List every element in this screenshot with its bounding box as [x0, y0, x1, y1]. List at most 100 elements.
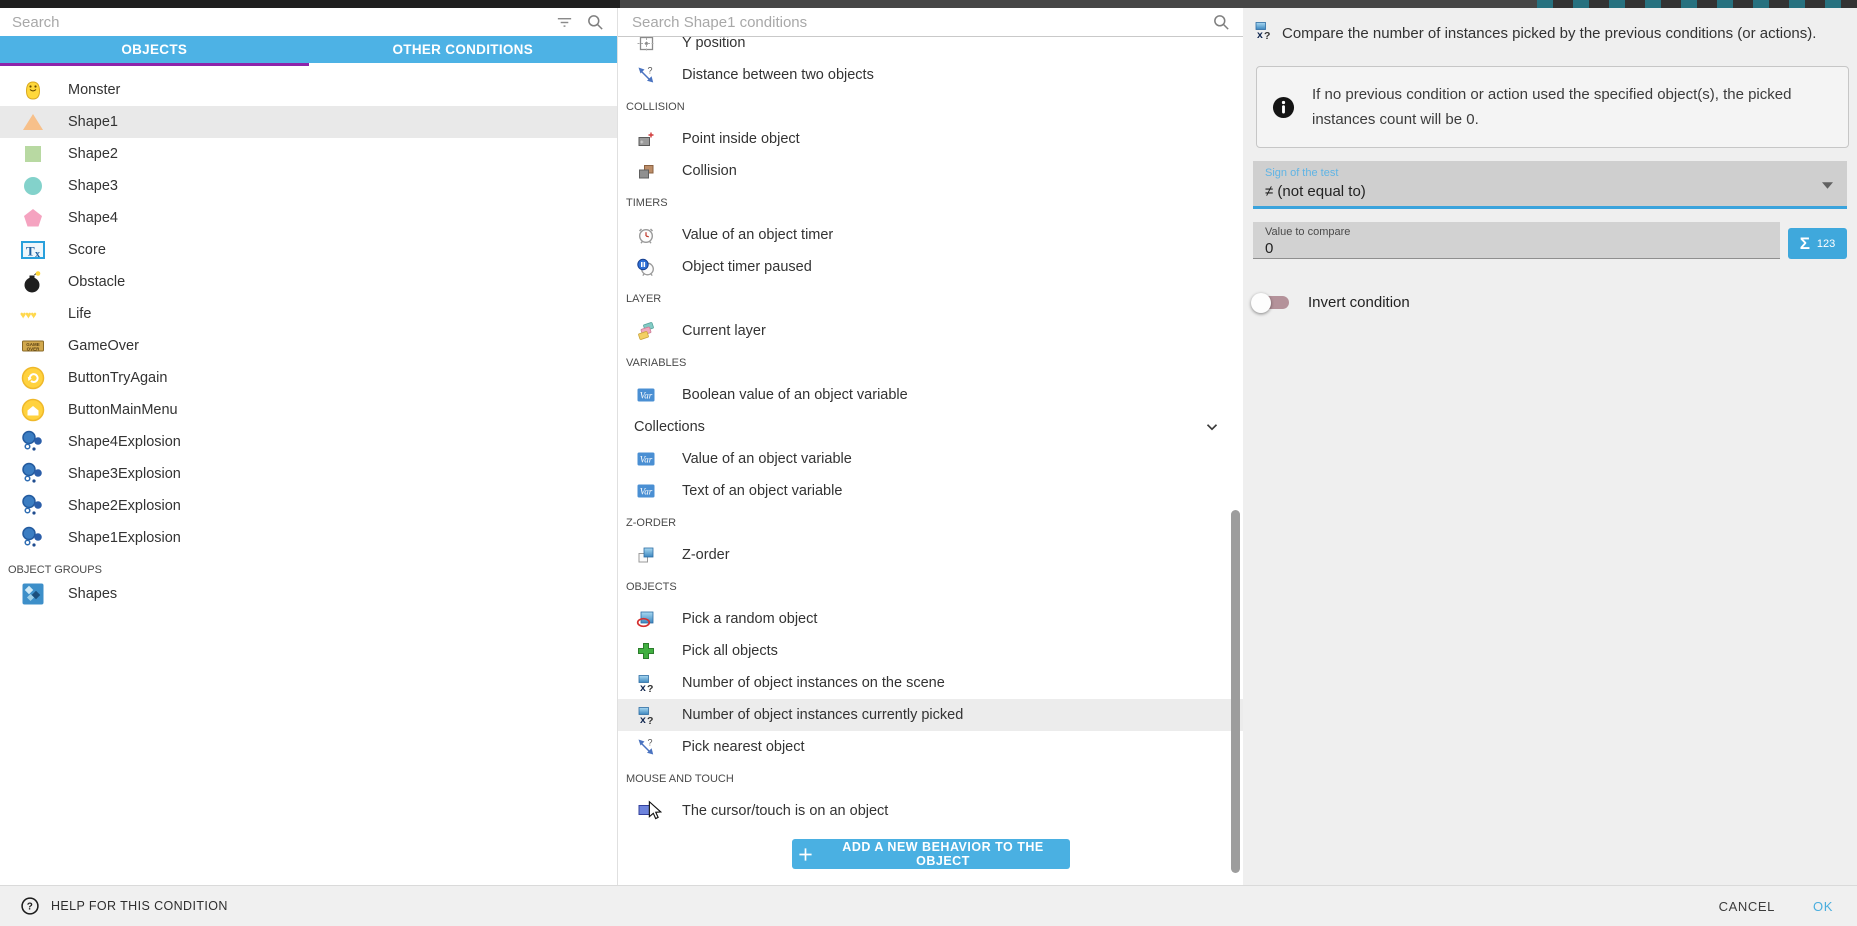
- sign-of-test-select[interactable]: Sign of the test ≠ (not equal to): [1253, 161, 1847, 209]
- condition-list-item[interactable]: x? Number of object instances currently p…: [618, 699, 1243, 731]
- object-list-item[interactable]: Shape2Explosion: [0, 490, 617, 522]
- add-behavior-button[interactable]: ADD A NEW BEHAVIOR TO THE OBJECT: [792, 839, 1070, 869]
- condition-picker-panel: Y position?Distance between two objectsC…: [618, 8, 1243, 885]
- selected-tab-underline: [0, 63, 309, 66]
- condition-subsection[interactable]: Collections: [618, 411, 1243, 443]
- plus-icon: [798, 847, 813, 862]
- condition-list-item[interactable]: Z-order: [618, 539, 1243, 571]
- object-list-item[interactable]: Shape2: [0, 138, 617, 170]
- info-text: If no previous condition or action used …: [1312, 82, 1833, 132]
- condition-list-item[interactable]: Pick a random object: [618, 603, 1243, 635]
- object-list-item[interactable]: Shape4: [0, 202, 617, 234]
- condition-list-item[interactable]: Y position: [618, 37, 1243, 59]
- ok-button[interactable]: OK: [1813, 899, 1833, 914]
- scrollbar-thumb[interactable]: [1231, 510, 1240, 873]
- object-label: Obstacle: [68, 274, 125, 290]
- object-label: Score: [68, 242, 106, 258]
- object-list-item[interactable]: ♥♥♥Life: [0, 298, 617, 330]
- svg-text:x: x: [640, 714, 646, 725]
- object-list-item[interactable]: Shape1: [0, 106, 617, 138]
- object-list-item[interactable]: Shape3: [0, 170, 617, 202]
- condition-label: Number of object instances currently pic…: [682, 707, 963, 723]
- invert-condition-toggle[interactable]: [1255, 296, 1289, 309]
- value-to-compare-field: Value to compare: [1253, 222, 1780, 259]
- object-list-item[interactable]: Monster: [0, 74, 617, 106]
- pick-all-icon: [636, 641, 656, 661]
- explosion-icon: [20, 461, 46, 487]
- object-label: Shapes: [68, 586, 117, 602]
- object-list-item[interactable]: Shape1Explosion: [0, 522, 617, 554]
- help-label: HELP FOR THIS CONDITION: [51, 899, 228, 913]
- object-list-item[interactable]: Shape3Explosion: [0, 458, 617, 490]
- value-to-compare-label: Value to compare: [1265, 226, 1768, 238]
- tab-objects[interactable]: OBJECTS: [0, 36, 309, 63]
- tab-other-conditions[interactable]: OTHER CONDITIONS: [309, 36, 618, 63]
- object-list-item[interactable]: GAMEOVERGameOver: [0, 330, 617, 362]
- object-label: Shape2Explosion: [68, 498, 181, 514]
- toggle-thumb: [1251, 293, 1271, 313]
- search-icon[interactable]: [586, 13, 605, 32]
- condition-list-item[interactable]: VarText of an object variable: [618, 475, 1243, 507]
- condition-list-item[interactable]: Value of an object timer: [618, 219, 1243, 251]
- object-list-item[interactable]: ButtonTryAgain: [0, 362, 617, 394]
- condition-list-item[interactable]: VarValue of an object variable: [618, 443, 1243, 475]
- condition-list-item[interactable]: Pick all objects: [618, 635, 1243, 667]
- condition-list-item[interactable]: Collision: [618, 155, 1243, 187]
- expression-builder-button[interactable]: Σ 123: [1788, 228, 1847, 259]
- variable-icon: Var: [636, 449, 656, 469]
- cursor-on-object-icon: [636, 801, 656, 821]
- instances-count-icon: x?: [636, 673, 656, 693]
- condition-label: Point inside object: [682, 131, 800, 147]
- object-panel-tabs: OBJECTS OTHER CONDITIONS: [0, 36, 617, 63]
- object-label: ButtonMainMenu: [68, 402, 178, 418]
- svg-text:OVER: OVER: [27, 347, 41, 352]
- condition-section-header: MOUSE AND TOUCH: [618, 763, 1243, 795]
- svg-text:?: ?: [648, 738, 653, 748]
- sigma-icon: Σ: [1800, 234, 1810, 254]
- condition-section-header: COLLISION: [618, 91, 1243, 123]
- object-list-item[interactable]: TxScore: [0, 234, 617, 266]
- condition-list-item[interactable]: ?Pick nearest object: [618, 731, 1243, 763]
- variable-icon: Var: [636, 385, 656, 405]
- condition-list-item[interactable]: Object timer paused: [618, 251, 1243, 283]
- condition-list-item[interactable]: x?Number of object instances on the scen…: [618, 667, 1243, 699]
- object-list-item[interactable]: Shape4Explosion: [0, 426, 617, 458]
- condition-list-item[interactable]: VarBoolean value of an object variable: [618, 379, 1243, 411]
- instances-count-icon: x?: [636, 705, 656, 725]
- triangle-icon: [20, 109, 46, 135]
- object-search-input[interactable]: [10, 13, 555, 32]
- condition-section-header: LAYER: [618, 283, 1243, 315]
- filter-icon[interactable]: [555, 13, 574, 32]
- cancel-button[interactable]: CANCEL: [1719, 899, 1775, 914]
- condition-label: Collision: [682, 163, 737, 179]
- distance-icon: ?: [636, 65, 656, 85]
- object-list-item[interactable]: Obstacle: [0, 266, 617, 298]
- pick-random-icon: [636, 609, 656, 629]
- object-list-item[interactable]: Shapes: [0, 578, 617, 610]
- condition-description-row: x? Compare the number of instances picke…: [1253, 20, 1851, 44]
- object-label: Shape4: [68, 210, 118, 226]
- condition-section-header: Z-ORDER: [618, 507, 1243, 539]
- svg-text:Var: Var: [640, 391, 653, 401]
- hearts-icon: ♥♥♥: [20, 301, 46, 327]
- condition-search-input[interactable]: [630, 13, 1212, 32]
- condition-label: Text of an object variable: [682, 483, 842, 499]
- condition-list-item[interactable]: The cursor/touch is on an object: [618, 795, 1243, 827]
- condition-list-item[interactable]: Point inside object: [618, 123, 1243, 155]
- condition-list-item[interactable]: Current layer: [618, 315, 1243, 347]
- condition-parameters-panel: x? Compare the number of instances picke…: [1243, 8, 1857, 885]
- value-to-compare-input[interactable]: [1265, 240, 1768, 257]
- object-label: Monster: [68, 82, 120, 98]
- pick-nearest-icon: ?: [636, 737, 656, 757]
- help-button[interactable]: ? HELP FOR THIS CONDITION: [20, 896, 228, 916]
- condition-list-item[interactable]: ?Distance between two objects: [618, 59, 1243, 91]
- condition-label: Object timer paused: [682, 259, 812, 275]
- object-group-icon: [20, 581, 46, 607]
- object-list-item[interactable]: ButtonMainMenu: [0, 394, 617, 426]
- svg-text:♥♥♥: ♥♥♥: [20, 310, 36, 322]
- square-icon: [20, 141, 46, 167]
- condition-label: Pick all objects: [682, 643, 778, 659]
- bomb-icon: [20, 269, 46, 295]
- search-icon[interactable]: [1212, 13, 1231, 32]
- instances-count-icon: x?: [1253, 20, 1273, 40]
